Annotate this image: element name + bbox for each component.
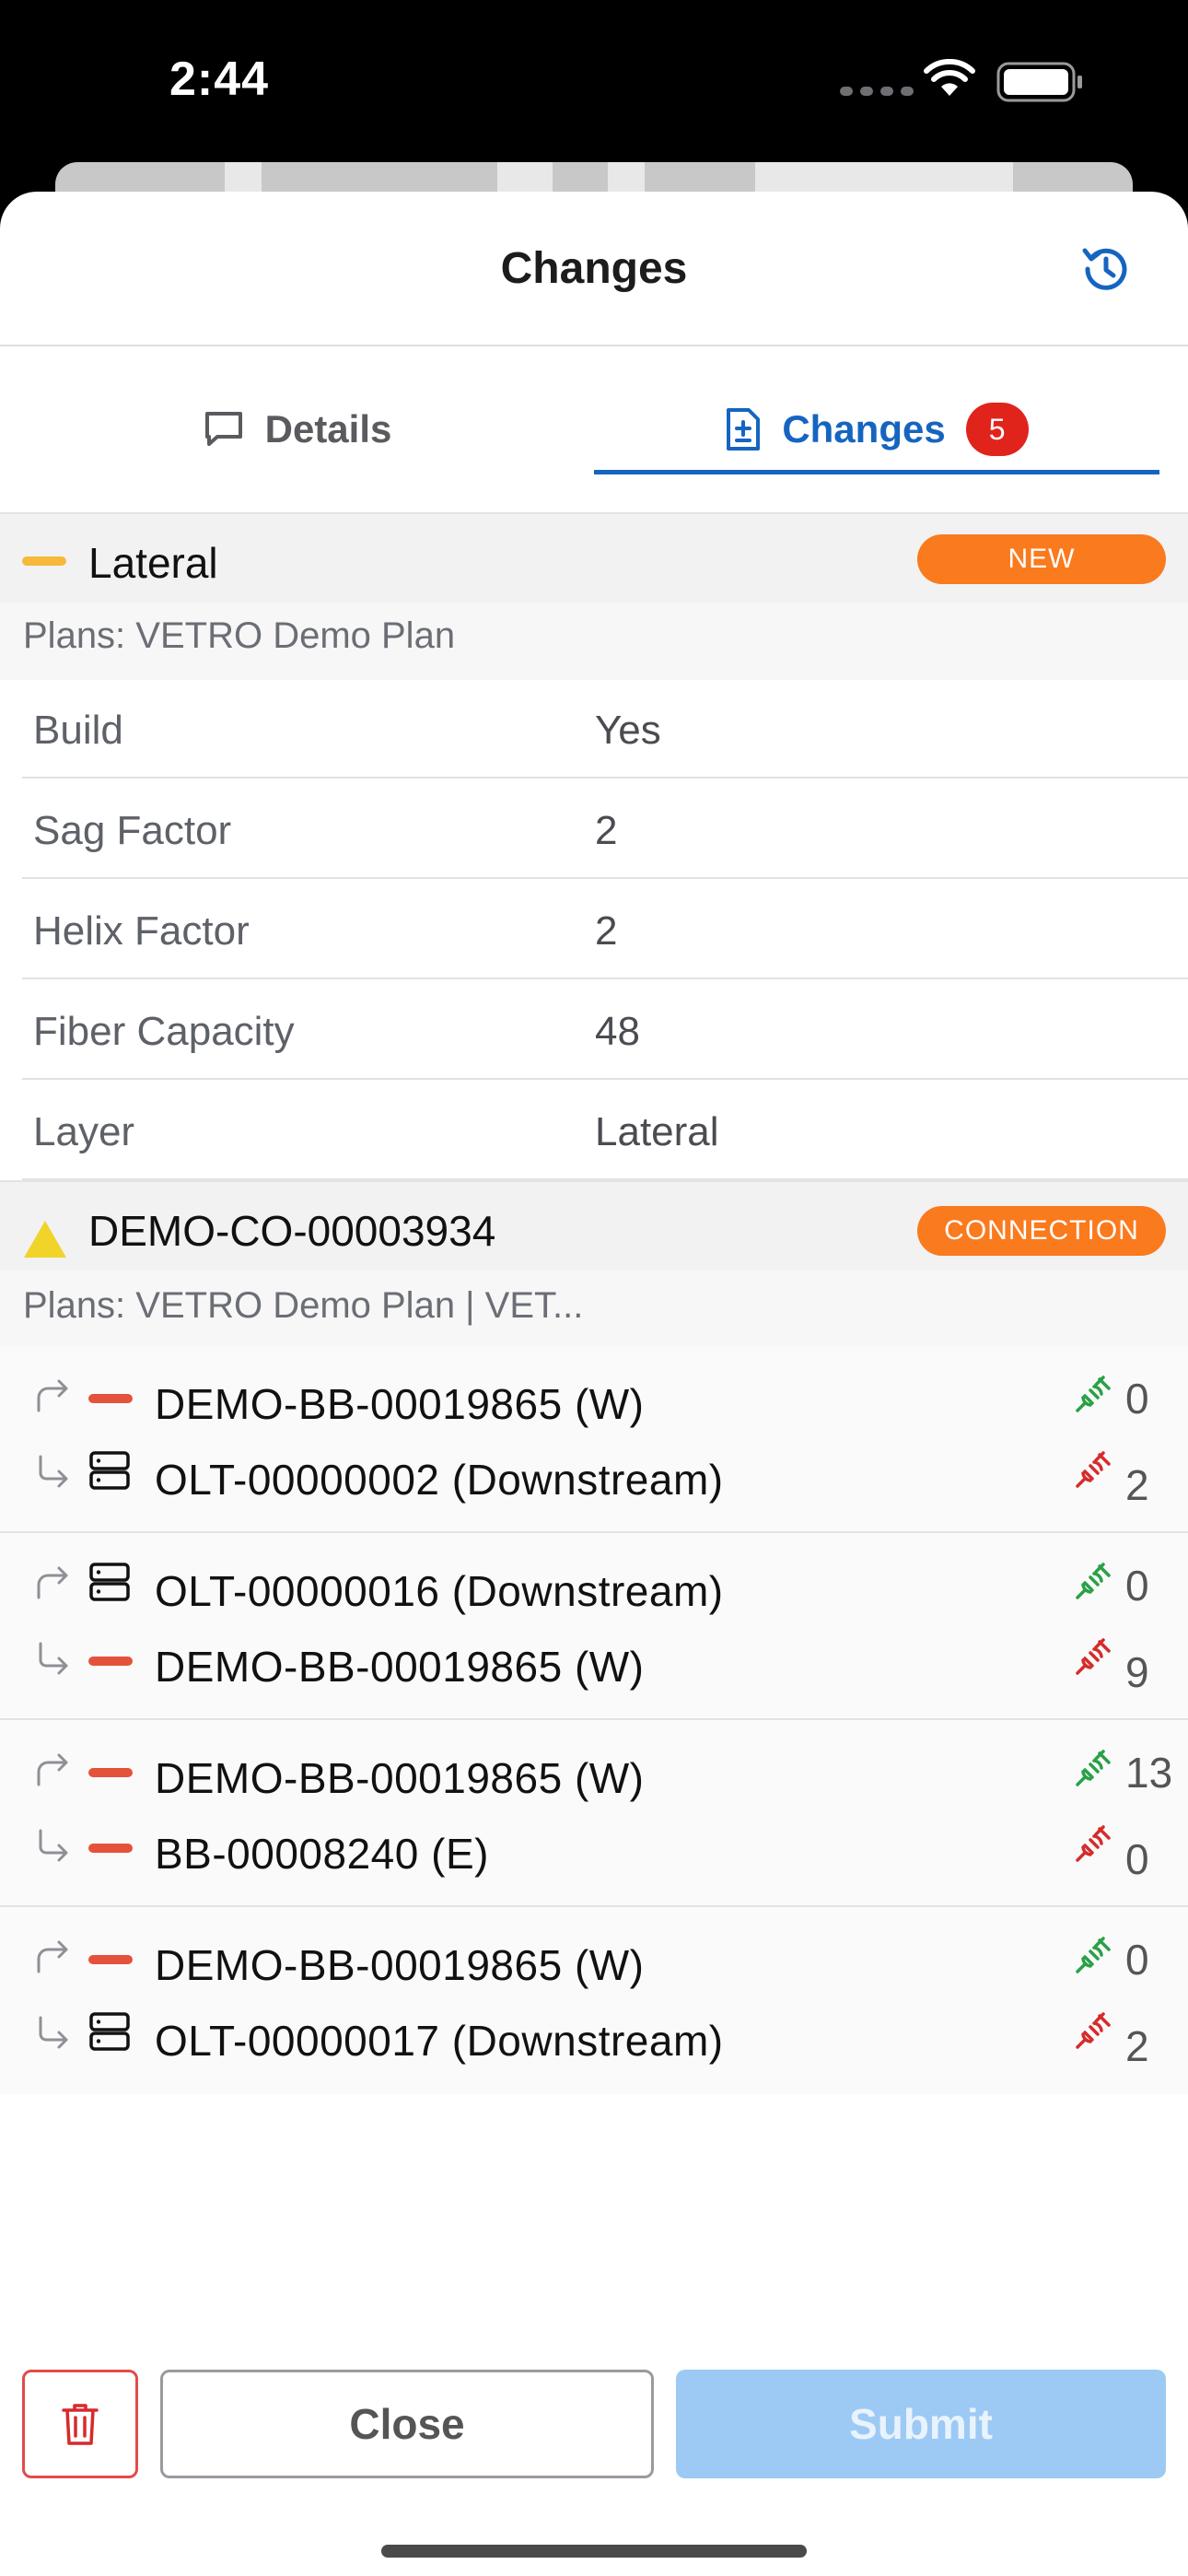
connection-from: DEMO-BB-00019865 (W) [155,1380,645,1428]
comment-icon [204,412,242,446]
connection-to: OLT-00000017 (Downstream) [155,2017,724,2065]
property-row: Fiber Capacity 48 [22,979,1188,1080]
cable-icon [88,1657,133,1666]
status-badge: NEW [917,534,1166,584]
tab-changes[interactable]: Changes 5 [594,346,1159,512]
connected-count: 13 [1125,1749,1173,1797]
disconnected-count: 9 [1125,1648,1149,1696]
plug-disconnected-icon [1076,1825,1111,1862]
section-plans: Plans: VETRO Demo Plan [23,615,456,656]
property-label: Sag Factor [33,808,232,853]
property-value: 48 [595,1009,640,1054]
server-icon [89,1451,130,1490]
change-section-header[interactable]: DEMO-CO-00003934 CONNECTION Plans: VETRO… [0,1180,1188,1348]
connection-from: DEMO-BB-00019865 (W) [155,1754,645,1802]
status-time: 2:44 [169,53,270,106]
connection-to: DEMO-BB-00019865 (W) [155,1643,645,1691]
plug-connected-icon [1076,1376,1111,1412]
property-row: Sag Factor 2 [22,779,1188,879]
property-label: Fiber Capacity [33,1009,295,1054]
home-indicator [381,2545,807,2558]
warning-triangle-icon [24,1221,66,1258]
property-row: Build Yes [22,678,1188,779]
changes-sheet: Changes Details Changes 5 Lateral NEW Pl… [0,192,1188,2576]
tab-bar: Details Changes 5 [0,346,1188,512]
connection-from: DEMO-BB-00019865 (W) [155,1941,645,1989]
tab-changes-label: Changes [782,407,946,451]
section-plans: Plans: VETRO Demo Plan | VET... [23,1285,584,1326]
disconnected-count: 2 [1125,2022,1149,2070]
server-icon [89,2012,130,2051]
file-diff-icon [727,408,761,451]
connection-item[interactable]: DEMO-BB-00019865 (W) 0 OLT-00000002 (Dow… [0,1346,1188,1533]
cable-icon [88,1394,133,1403]
sheet-header: Changes [0,192,1188,346]
arrow-down-right-icon [39,1829,68,1862]
tab-details-label: Details [264,407,392,451]
arrow-down-right-icon [39,1455,68,1488]
arrow-down-right-icon [39,1642,68,1675]
connection-item[interactable]: OLT-00000016 (Downstream) 0 DEMO-BB-0001… [0,1533,1188,1720]
disconnected-count: 0 [1125,1835,1149,1883]
property-label: Helix Factor [33,908,250,954]
property-value: Yes [595,708,661,753]
disconnected-count: 2 [1125,1461,1149,1509]
lateral-line-icon [22,556,66,566]
close-button[interactable]: Close [160,2370,654,2478]
connected-count: 0 [1125,1562,1149,1610]
status-badge: CONNECTION [917,1206,1166,1256]
property-value: Lateral [595,1109,719,1154]
connected-count: 0 [1125,1375,1149,1423]
page-title: Changes [500,244,688,293]
connection-to: OLT-00000002 (Downstream) [155,1456,724,1504]
property-row: Layer Lateral [22,1080,1188,1180]
plug-connected-icon [1076,1937,1111,1973]
arrow-right-turn-icon [37,1379,68,1412]
section-title: DEMO-CO-00003934 [88,1207,496,1255]
connection-to: BB-00008240 (E) [155,1830,489,1878]
delete-button[interactable] [22,2370,138,2478]
connected-count: 0 [1125,1936,1149,1984]
cable-icon [88,1768,133,1777]
property-value: 2 [595,908,618,954]
trash-icon [62,2404,99,2445]
battery-icon [996,62,1082,102]
history-icon[interactable] [1077,241,1133,297]
connection-item[interactable]: DEMO-BB-00019865 (W) 13 BB-00008240 (E) … [0,1720,1188,1907]
property-label: Build [33,708,123,753]
changes-count-badge: 5 [965,403,1029,456]
property-label: Layer [33,1109,135,1154]
arrow-right-turn-icon [37,1940,68,1973]
plug-disconnected-icon [1076,1451,1111,1488]
arrow-right-turn-icon [37,1753,68,1786]
submit-button[interactable]: Submit [676,2370,1166,2478]
change-section-header[interactable]: Lateral NEW Plans: VETRO Demo Plan [0,512,1188,680]
connection-from: OLT-00000016 (Downstream) [155,1567,724,1615]
plug-connected-icon [1076,1563,1111,1599]
plug-disconnected-icon [1076,2012,1111,2049]
plug-disconnected-icon [1076,1638,1111,1675]
connection-item[interactable]: DEMO-BB-00019865 (W) 0 OLT-00000017 (Dow… [0,1907,1188,2094]
tab-details[interactable]: Details [0,346,594,512]
section-title: Lateral [88,539,218,587]
wifi-icon [924,59,975,96]
cable-icon [88,1844,133,1853]
arrow-right-turn-icon [37,1566,68,1599]
active-tab-indicator [594,470,1159,474]
server-icon [89,1563,130,1601]
property-value: 2 [595,808,618,853]
plug-connected-icon [1076,1750,1111,1786]
cellular-signal-icon [840,87,914,96]
cable-icon [88,1955,133,1964]
arrow-down-right-icon [39,2016,68,2049]
property-row: Helix Factor 2 [22,879,1188,979]
